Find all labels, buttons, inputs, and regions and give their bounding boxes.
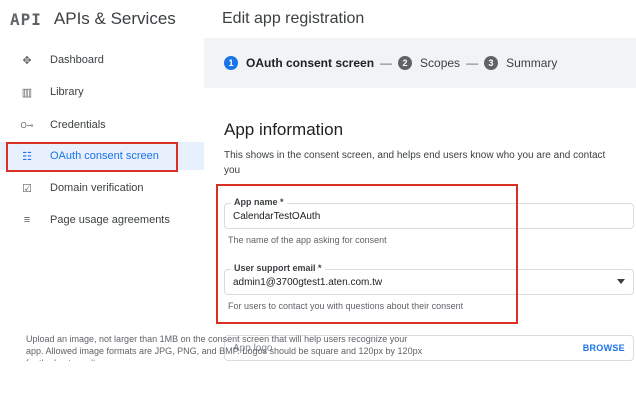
sidebar-item-domain-verification[interactable]: ☑ Domain verification xyxy=(0,174,204,202)
browse-button[interactable]: BROWSE xyxy=(583,343,625,353)
sidebar-item-page-usage-agreements[interactable]: ≡ Page usage agreements xyxy=(0,206,204,234)
checkbox-icon: ☑ xyxy=(22,182,32,195)
step-3-badge: 3 xyxy=(484,56,499,70)
sidebar-highlight-box xyxy=(6,142,178,172)
api-logo: API xyxy=(10,9,42,29)
page-title: Edit app registration xyxy=(222,10,365,27)
sidebar-item-label: Library xyxy=(50,86,84,98)
form-highlight-box xyxy=(216,184,518,324)
key-icon: O⊸ xyxy=(20,120,34,130)
step-summary[interactable]: Summary xyxy=(506,56,557,70)
step-2-badge: 2 xyxy=(398,56,413,70)
sidebar-item-label: Dashboard xyxy=(50,54,104,66)
sidebar-item-label: Domain verification xyxy=(50,182,144,194)
sidebar-item-label: Credentials xyxy=(50,119,106,131)
sidebar-item-credentials[interactable]: O⊸ Credentials xyxy=(0,111,204,139)
settings-list-icon: ≡ xyxy=(23,214,31,226)
library-icon: ▥ xyxy=(21,86,33,99)
sidebar-item-library[interactable]: ▥ Library xyxy=(0,78,204,106)
brand-title: APIs & Services xyxy=(53,9,176,28)
brand-header: API APIs & Services xyxy=(0,0,204,38)
step-oauth-consent-screen[interactable]: OAuth consent screen xyxy=(246,56,374,70)
chevron-down-icon[interactable] xyxy=(617,279,625,284)
app-information-description: This shows in the consent screen, and he… xyxy=(224,150,606,176)
dashboard-icon: ✥ xyxy=(22,54,32,67)
step-separator: — xyxy=(380,56,393,70)
step-1-badge: 1 xyxy=(224,56,238,70)
sidebar-item-dashboard[interactable]: ✥ Dashboard xyxy=(0,46,204,74)
step-scopes[interactable]: Scopes xyxy=(420,56,460,70)
stepper: 1 OAuth consent screen — 2 Scopes — 3 Su… xyxy=(204,38,636,88)
app-information-title: App information xyxy=(224,120,344,139)
sidebar-item-label: Page usage agreements xyxy=(50,214,170,226)
step-separator: — xyxy=(466,56,479,70)
app-logo-hint: Upload an image, not larger than 1MB on … xyxy=(26,334,423,361)
